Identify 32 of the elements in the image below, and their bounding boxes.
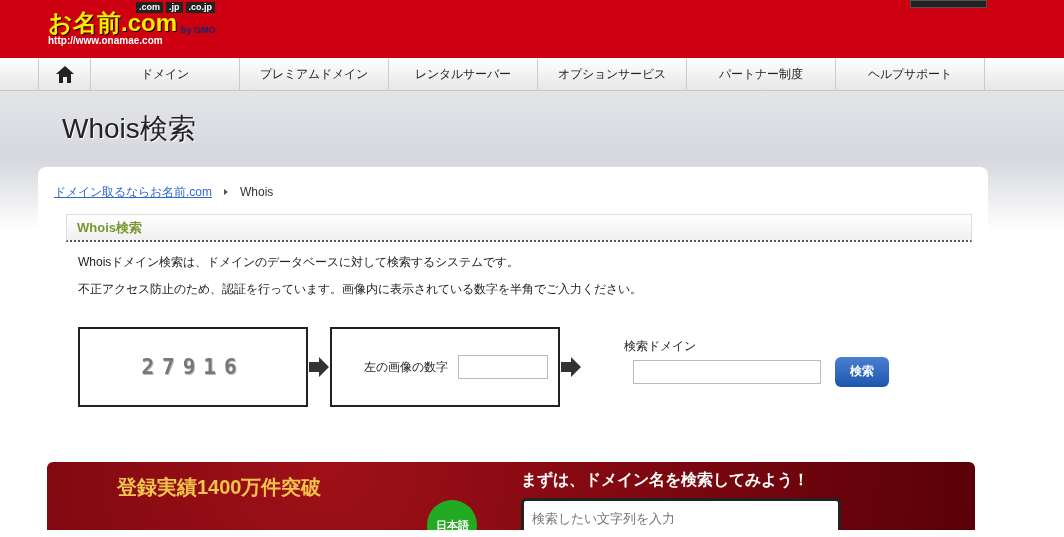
logo-text[interactable]: お名前.com [48,11,177,35]
nav-tab[interactable]: プレミアムドメイン [240,58,389,90]
domain-tag: .jp [166,2,183,13]
domain-tag: .com [136,2,163,13]
arrow-icon [561,357,581,377]
breadcrumb-link[interactable]: ドメイン取るならお名前.com [54,183,212,201]
section-heading: Whois検索 [66,214,972,242]
field-label: 左の画像の数字 [364,358,448,376]
nav-tab[interactable]: ドメイン [91,58,240,90]
captcha-input[interactable] [458,355,548,379]
captcha-image: 27916 [141,355,245,379]
description-text: 不正アクセス防止のため、認証を行っています。画像内に表示されている数字を半角でご入力ください。 [78,283,643,296]
search-button[interactable]: 検索 [835,356,889,387]
logo-byline: by GMO [181,25,216,35]
home-icon [55,65,74,83]
nav-tab[interactable]: パートナー制度 [687,58,836,90]
domain-tag: .co.jp [185,2,216,13]
nav-tab[interactable]: ヘルプサポート [836,58,985,90]
banner-prompt: まずは、ドメイン名を検索してみよう！ [521,470,810,491]
arrow-icon [309,357,329,377]
banner-headline: 登録実績1400万件突破 [117,475,323,500]
domain-input[interactable] [633,359,821,384]
breadcrumb-current: Whois [240,185,274,199]
breadcrumb-arrow-icon [224,189,228,195]
page-title: Whois検索 [62,112,196,146]
nav-tab[interactable]: オプションサービス [538,58,687,90]
nav-tab[interactable]: レンタルサーバー [389,58,538,90]
description-text: Whoisドメイン検索は、ドメインのデータベースに対して検索するシステムです。 [78,256,521,269]
language-badge: 日本語 [427,500,477,530]
domain-search-field[interactable]: 検索したい文字列を入力 [521,498,841,530]
logo-url: http://www.onamae.com [48,35,164,46]
field-label: 検索ドメイン [624,337,697,355]
